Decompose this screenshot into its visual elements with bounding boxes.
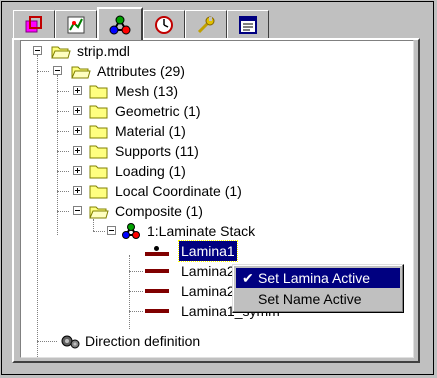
tree-node-root[interactable]: strip.mdl [21, 41, 321, 61]
menu-item-set-name-active[interactable]: Set Name Active [236, 289, 400, 309]
expand-toggle[interactable] [73, 126, 82, 135]
tree-node-material[interactable]: Material (1) [21, 121, 321, 141]
tree-line [129, 291, 143, 292]
menu-item-set-lamina-active[interactable]: ✔ Set Lamina Active [236, 268, 400, 288]
open-folder-icon [51, 46, 71, 59]
expand-toggle[interactable] [73, 146, 82, 155]
folder-icon [89, 165, 108, 179]
tree-label-loading: Loading (1) [115, 163, 186, 179]
folder-icon [89, 85, 108, 99]
tab-windows[interactable] [227, 10, 269, 38]
tree-line [57, 191, 69, 192]
collapse-toggle[interactable] [53, 66, 62, 75]
stacked-squares-icon [25, 15, 42, 32]
tree-node-local-coordinate[interactable]: Local Coordinate (1) [21, 181, 341, 201]
tab-results[interactable] [55, 10, 97, 38]
tree-label-lamina1: Lamina1 [178, 240, 238, 262]
window-list-icon [239, 15, 257, 34]
folder-icon [89, 105, 108, 119]
clock-icon [155, 15, 173, 34]
tree-line [129, 271, 143, 272]
tree-line [57, 111, 69, 112]
active-dot-icon [154, 246, 159, 251]
tree-line [57, 211, 69, 212]
tree-label-mesh: Mesh (13) [115, 83, 179, 99]
tree-line [57, 131, 69, 132]
expand-toggle[interactable] [73, 106, 82, 115]
tree-line [57, 151, 69, 152]
open-folder-icon [89, 206, 109, 219]
tab-attributes[interactable] [97, 7, 143, 40]
collapse-toggle[interactable] [33, 46, 42, 55]
folder-icon [89, 125, 108, 139]
open-folder-icon [71, 66, 91, 79]
check-icon: ✔ [242, 270, 254, 286]
tree-node-lamina1[interactable]: Lamina1 [21, 240, 341, 262]
tree-line [57, 91, 69, 92]
tree-node-direction-definition[interactable]: Direction definition [21, 331, 341, 351]
tab-groups[interactable] [13, 10, 55, 38]
lamina-bar-icon [145, 269, 169, 273]
tree-label-lamina3: Lamina2 [181, 283, 235, 299]
bar-chart-icon [67, 16, 85, 33]
expand-toggle[interactable] [73, 186, 82, 195]
lamina-bar-icon [145, 309, 169, 313]
tree-label-attributes: Attributes (29) [97, 63, 185, 79]
tab-utilities[interactable] [185, 10, 227, 38]
expand-toggle[interactable] [73, 86, 82, 95]
tree-line [57, 171, 69, 172]
tree-label-geometric: Geometric (1) [115, 103, 201, 119]
tree-line [37, 341, 57, 342]
context-menu: ✔ Set Lamina Active Set Name Active [232, 264, 404, 313]
tree-node-composite[interactable]: Composite (1) [21, 201, 321, 221]
collapse-toggle[interactable] [73, 206, 82, 215]
collapse-toggle[interactable] [107, 226, 116, 235]
gears-icon [61, 335, 80, 349]
tree-node-mesh[interactable]: Mesh (13) [21, 81, 321, 101]
tree-line [129, 311, 143, 312]
tree-label-composite: Composite (1) [115, 203, 203, 219]
lamina-bar-icon [145, 252, 169, 256]
folder-icon [89, 185, 108, 199]
folder-icon [89, 145, 108, 159]
tree-node-geometric[interactable]: Geometric (1) [21, 101, 321, 121]
tab-loadcurves[interactable] [143, 10, 185, 38]
tree-node-laminate-stack[interactable]: 1:Laminate Stack [21, 219, 341, 241]
tree-label-direction-definition: Direction definition [85, 333, 201, 349]
tree-node-attributes[interactable]: Attributes (29) [21, 61, 321, 81]
tree-label-root: strip.mdl [77, 43, 130, 59]
menu-item-label: Set Name Active [258, 291, 362, 307]
lamina-bar-icon [145, 289, 169, 293]
tree-label-lamina2: Lamina2 [181, 263, 235, 279]
tree-node-loading[interactable]: Loading (1) [21, 161, 321, 181]
tree-label-laminate-stack: 1:Laminate Stack [147, 223, 256, 239]
tree-line [93, 219, 94, 231]
molecule-icon [122, 223, 140, 239]
expand-toggle[interactable] [73, 166, 82, 175]
tree-label-material: Material (1) [115, 123, 186, 139]
molecule-icon [109, 15, 131, 34]
wrench-icon [197, 16, 215, 33]
tree-line [93, 231, 105, 232]
tree-label-local-coordinate: Local Coordinate (1) [115, 183, 242, 199]
tree-label-supports: Supports (11) [115, 143, 199, 159]
tree-line [37, 71, 49, 72]
menu-item-label: Set Lamina Active [258, 270, 371, 286]
tree-node-supports[interactable]: Supports (11) [21, 141, 321, 161]
